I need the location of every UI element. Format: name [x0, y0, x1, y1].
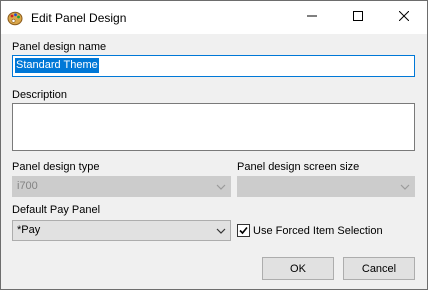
panel-design-name-input[interactable]: Standard Theme [12, 55, 415, 77]
checkmark-icon [239, 226, 248, 235]
close-icon [398, 10, 410, 24]
default-pay-panel-select[interactable]: *Pay [12, 220, 231, 241]
title-bar[interactable]: Edit Panel Design [1, 1, 427, 34]
minimize-button[interactable] [289, 1, 335, 34]
default-pay-panel-label: Default Pay Panel [12, 204, 101, 216]
use-forced-item-selection-label[interactable]: Use Forced Item Selection [253, 225, 383, 237]
close-button[interactable] [381, 1, 427, 34]
chevron-down-icon [216, 226, 226, 236]
palette-icon [7, 10, 23, 26]
panel-design-screen-size-select[interactable] [237, 176, 415, 197]
panel-design-type-value: i700 [17, 180, 38, 192]
chevron-down-icon [216, 182, 226, 192]
panel-design-screen-size-label: Panel design screen size [237, 161, 360, 173]
ok-button[interactable]: OK [262, 257, 334, 280]
edit-panel-design-dialog: Edit Panel Design Panel design name Stan… [0, 0, 428, 290]
description-label: Description [12, 89, 68, 101]
panel-design-type-label: Panel design type [12, 161, 100, 173]
use-forced-item-selection-checkbox[interactable] [237, 224, 250, 237]
window-title: Edit Panel Design [31, 11, 127, 25]
panel-design-name-value: Standard Theme [15, 58, 99, 73]
cancel-button[interactable]: Cancel [343, 257, 415, 280]
maximize-button[interactable] [335, 1, 381, 34]
default-pay-panel-value: *Pay [17, 224, 41, 236]
panel-design-type-select[interactable]: i700 [12, 176, 231, 197]
description-input[interactable] [12, 103, 415, 151]
minimize-icon [307, 11, 317, 24]
chevron-down-icon [400, 182, 410, 192]
maximize-icon [353, 11, 363, 24]
panel-design-name-label: Panel design name [12, 41, 107, 53]
